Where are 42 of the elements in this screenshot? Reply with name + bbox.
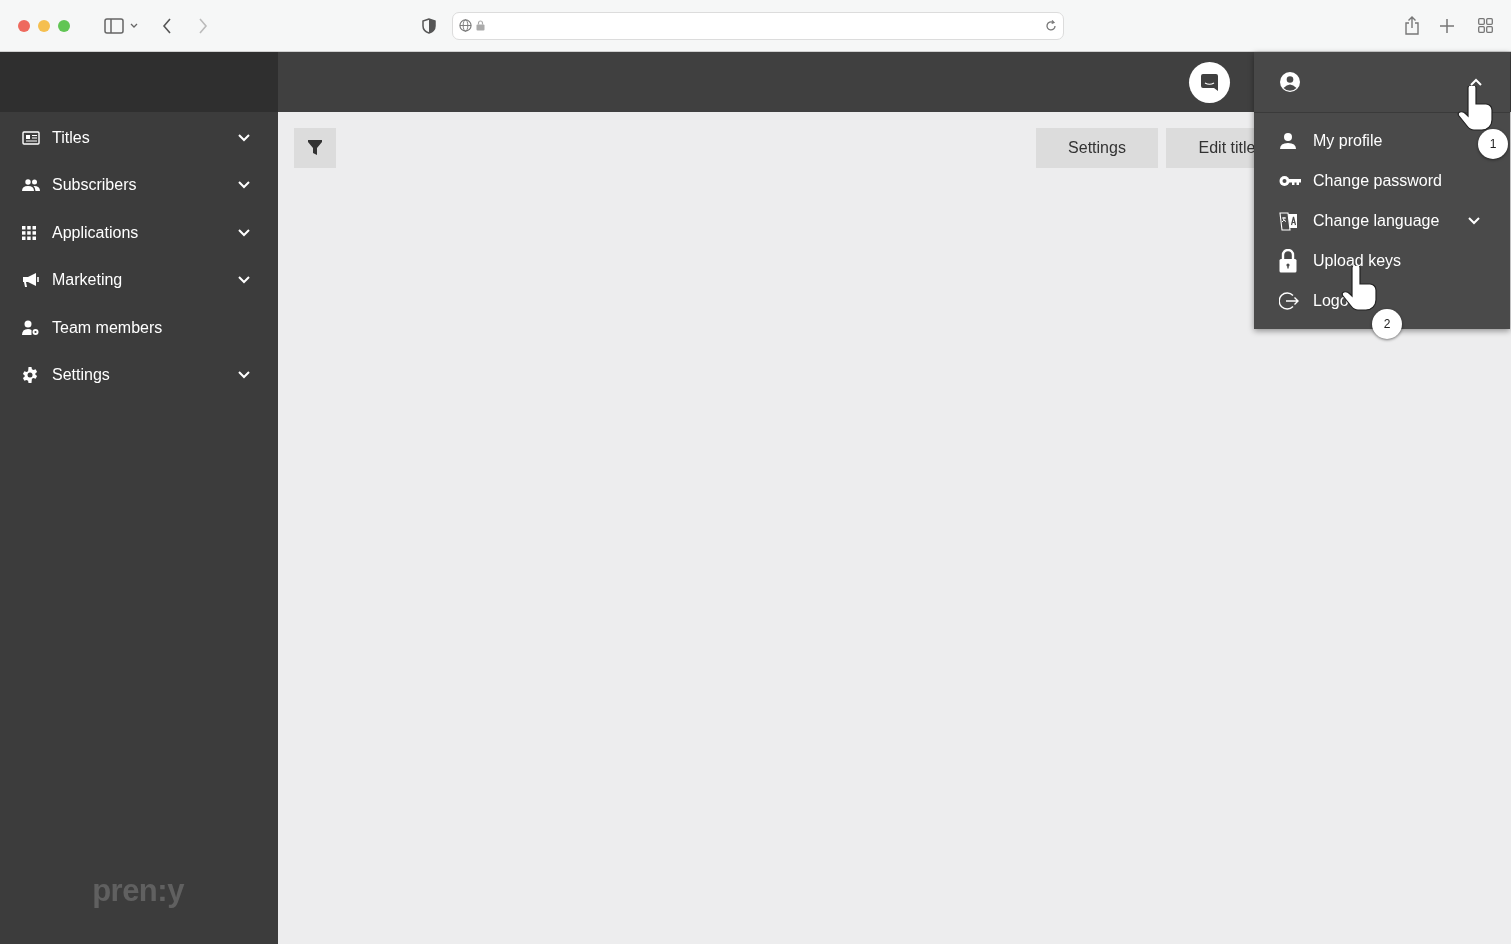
filter-icon — [308, 140, 322, 156]
key-icon — [1279, 175, 1301, 187]
lock-icon — [1279, 249, 1297, 273]
translate-icon — [1279, 211, 1298, 231]
sidebar-item[interactable]: Titles — [0, 114, 278, 162]
sidebar-item[interactable]: Team members — [0, 304, 278, 352]
menu-item[interactable]: Change password — [1313, 172, 1442, 189]
hand-cursor-icon — [1456, 86, 1496, 134]
chat-icon — [1200, 72, 1219, 92]
tab-overview-icon[interactable] — [1478, 18, 1493, 33]
toolbar-button[interactable]: Settings — [1036, 128, 1158, 168]
menu-item[interactable]: Upload keys — [1313, 252, 1402, 269]
sidebar-item[interactable]: Marketing — [0, 256, 278, 304]
grid-icon — [22, 225, 36, 240]
menu-item[interactable]: Change language — [1313, 212, 1440, 229]
newspaper-icon — [22, 130, 40, 145]
reload-icon[interactable] — [1045, 19, 1057, 32]
person-gear-icon — [22, 319, 40, 336]
megaphone-icon — [22, 272, 40, 289]
shield-icon[interactable] — [422, 17, 436, 34]
sidebar-item[interactable]: Subscribers — [0, 161, 278, 209]
new-tab-icon[interactable] — [1440, 18, 1454, 33]
chevron-up-icon[interactable] — [1470, 78, 1482, 86]
logout-icon — [1279, 291, 1299, 311]
gear-icon — [22, 367, 38, 384]
close-window-icon[interactable] — [18, 19, 30, 32]
lock-icon — [476, 20, 485, 31]
people-icon — [22, 179, 40, 192]
step-badge: 2 — [1372, 309, 1402, 339]
filter-button[interactable] — [294, 128, 336, 168]
sidebar-toggle-icon[interactable] — [104, 17, 124, 34]
chat-button[interactable] — [1189, 61, 1230, 103]
person-icon — [1279, 132, 1297, 150]
globe-icon — [459, 19, 472, 32]
sidebar-item[interactable]: Applications — [0, 209, 278, 257]
sidebar-item[interactable]: Settings — [0, 351, 278, 399]
chevron-down-icon[interactable] — [130, 22, 138, 29]
user-menu-header[interactable] — [1254, 52, 1510, 112]
share-icon[interactable] — [1404, 16, 1420, 35]
menu-item[interactable]: My profile — [1313, 132, 1383, 149]
account-icon — [1279, 71, 1301, 93]
back-icon[interactable] — [162, 17, 172, 34]
